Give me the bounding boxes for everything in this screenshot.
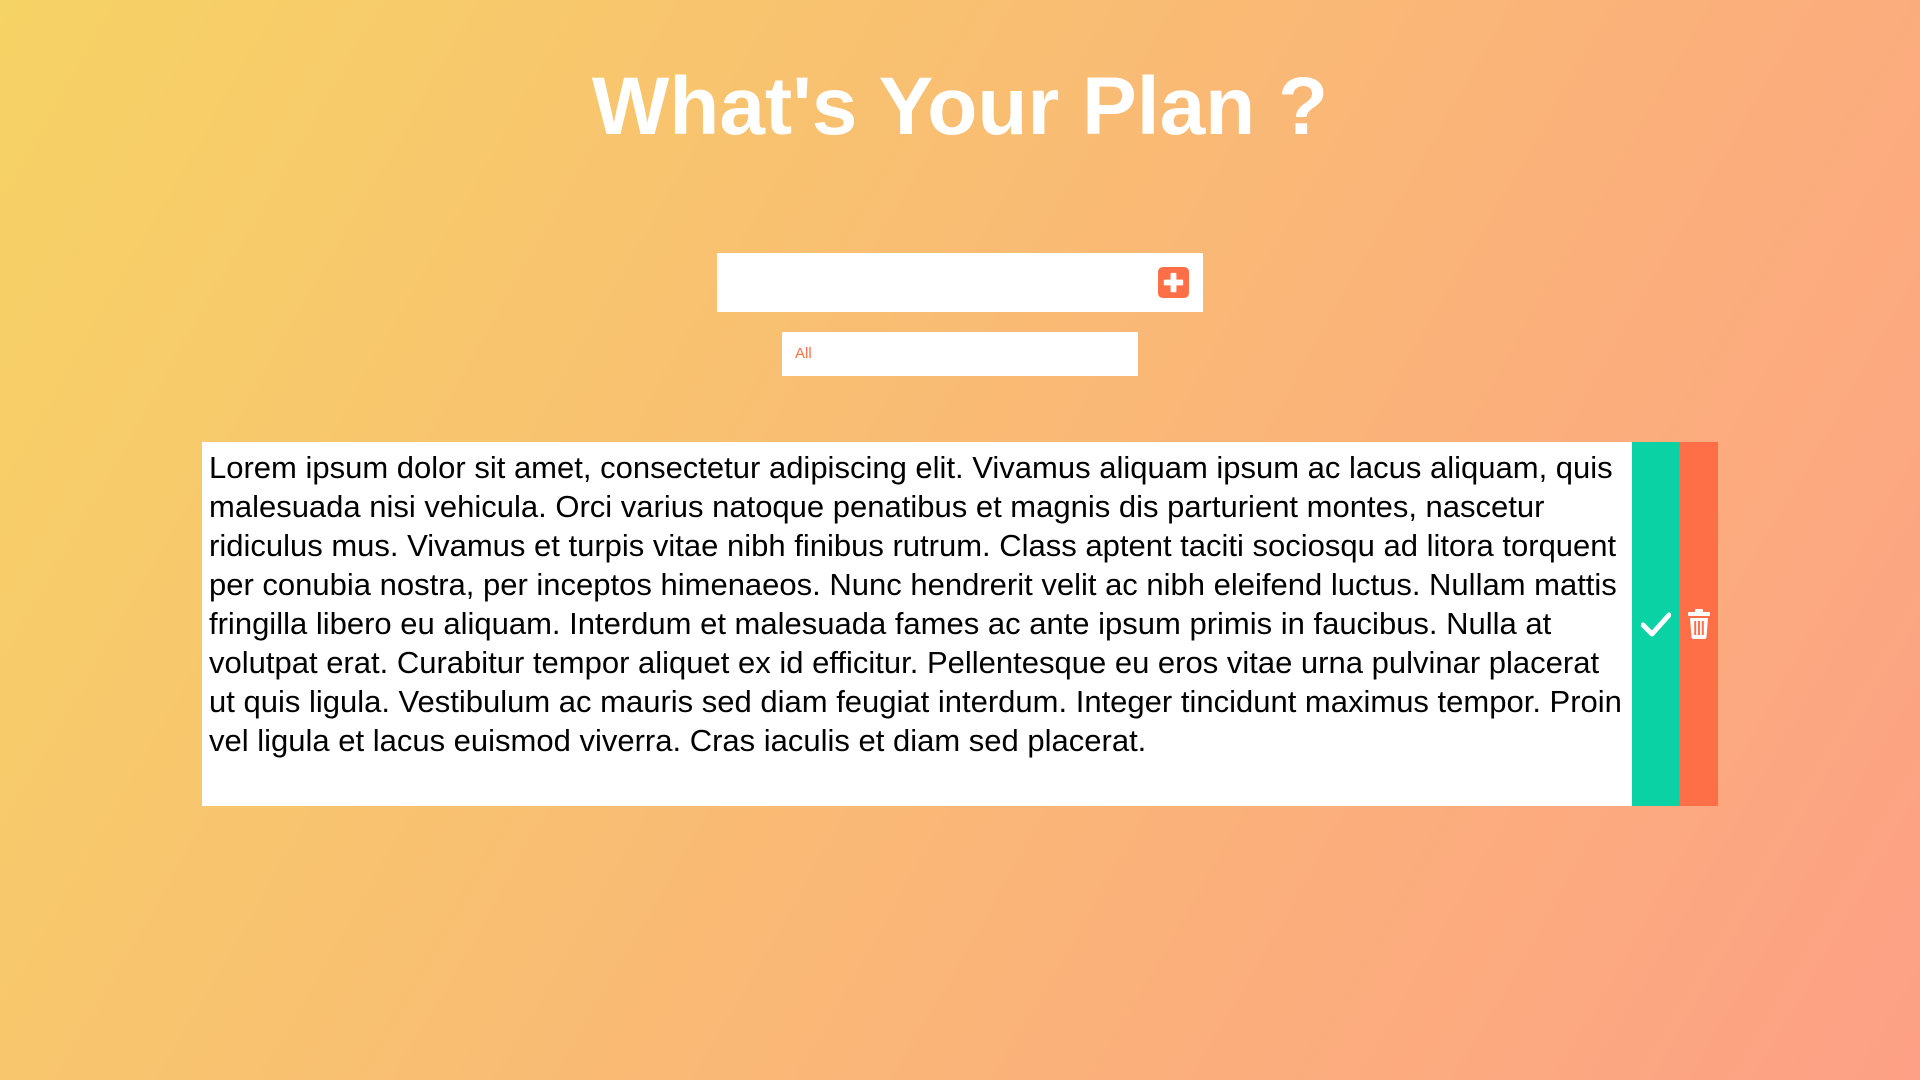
filter-select[interactable]: All <box>782 332 1138 376</box>
filter-selected-value: All <box>795 345 812 362</box>
plus-square-icon <box>1158 267 1189 298</box>
todo-text: Lorem ipsum dolor sit amet, consectetur … <box>209 450 1622 758</box>
todo-item: Lorem ipsum dolor sit amet, consectetur … <box>202 442 1718 806</box>
complete-button[interactable] <box>1632 442 1679 806</box>
todo-form <box>717 253 1203 312</box>
add-todo-button[interactable] <box>1144 253 1203 312</box>
check-icon <box>1640 612 1671 637</box>
trash-icon <box>1687 609 1710 639</box>
todo-input[interactable] <box>717 253 1144 312</box>
delete-button[interactable] <box>1679 442 1718 806</box>
page-title: What's Your Plan ? <box>591 61 1329 152</box>
